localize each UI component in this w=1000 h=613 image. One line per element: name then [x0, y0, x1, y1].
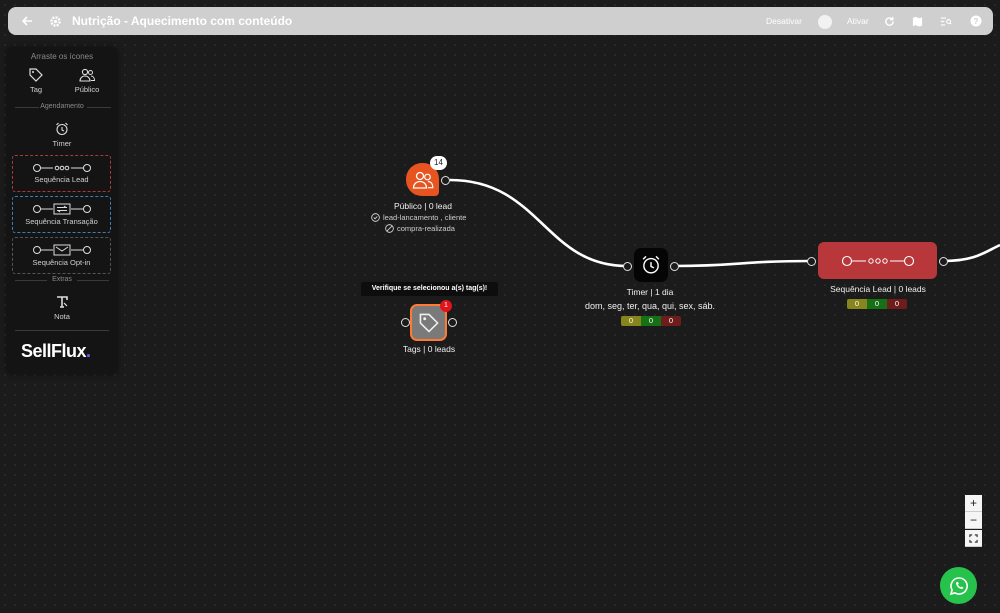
note-text-icon: [57, 296, 68, 308]
logo-text: SellFlux: [21, 341, 87, 361]
fit-screen-icon: [969, 533, 978, 543]
seq-lead-input-port[interactable]: [807, 257, 816, 266]
divider: [87, 107, 111, 108]
sidebar-item-tag[interactable]: Tag: [23, 68, 49, 94]
optin-sequence-icon: [32, 244, 91, 256]
back-arrow-icon[interactable]: [16, 10, 38, 32]
sidebar-item-label: Sequência Transação: [25, 217, 98, 226]
publico-output-port[interactable]: [441, 176, 450, 185]
sidebar-item-publico[interactable]: Público: [69, 68, 105, 94]
tags-node-label: Tags | 0 leads: [402, 344, 456, 354]
logo-dot: .: [86, 341, 91, 361]
sequence-icon: [841, 255, 914, 266]
sidebar-item-label: Nota: [54, 312, 70, 321]
sidebar-item-seq-transacao[interactable]: Sequência Transação: [12, 196, 111, 233]
activate-label[interactable]: Ativar: [847, 16, 869, 26]
zoom-out-button[interactable]: −: [965, 512, 982, 529]
refresh-icon[interactable]: [878, 10, 900, 32]
tags-output-port[interactable]: [448, 318, 457, 327]
sidebar-heading: Arraste os ícones: [30, 52, 94, 61]
tag-icon: [419, 313, 439, 333]
transaction-sequence-icon: [32, 203, 91, 215]
counter-pending: 0: [847, 299, 867, 309]
timer-input-port[interactable]: [623, 262, 632, 271]
users-icon: [79, 68, 95, 82]
alarm-clock-icon: [642, 255, 660, 274]
timer-days: dom, seg, ter, qua, qui, sex, sáb.: [584, 301, 716, 311]
publico-node-label: Público | 0 lead: [394, 201, 452, 211]
sidebar-item-label: Tag: [29, 85, 43, 94]
counter-success: 0: [867, 299, 887, 309]
sidebar-item-seq-optin[interactable]: Sequência Opt-in: [12, 237, 111, 274]
deactivate-label[interactable]: Desativar: [766, 16, 802, 26]
sidebar-item-label: Público: [74, 85, 100, 94]
tag-icon: [29, 68, 43, 82]
publico-badge: 14: [430, 156, 447, 170]
seq-lead-node[interactable]: [818, 242, 937, 279]
timer-node-label: Timer | 1 dia: [626, 287, 674, 297]
sequence-icon: [32, 164, 91, 172]
block-circle-icon: [385, 224, 394, 233]
seq-lead-node-label: Sequência Lead | 0 leads: [830, 284, 926, 294]
zoom-in-button[interactable]: +: [965, 495, 982, 512]
publico-condition-exclude: compra-realizada: [385, 224, 455, 233]
divider: [15, 330, 109, 331]
counter-failed: 0: [887, 299, 907, 309]
timer-counters: 0 0 0: [621, 316, 681, 326]
page-title: Nutrição - Aquecimento com conteúdo: [72, 14, 293, 28]
counter-failed: 0: [661, 316, 681, 326]
timer-output-port[interactable]: [670, 262, 679, 271]
activation-toggle[interactable]: [818, 15, 832, 29]
components-sidebar: Arraste os ícones Tag Público Agendament…: [7, 48, 117, 374]
sidebar-item-seq-lead[interactable]: Sequência Lead: [12, 155, 111, 192]
counter-pending: 0: [621, 316, 641, 326]
sidebar-item-label: Timer: [52, 139, 72, 148]
map-icon[interactable]: [906, 10, 928, 32]
whatsapp-icon: [949, 576, 968, 595]
divider: [77, 280, 109, 281]
publico-condition-text: lead-lancamento , cliente: [383, 213, 467, 222]
sidebar-item-timer[interactable]: Timer: [42, 122, 82, 148]
sidebar-item-label: Sequência Lead: [34, 175, 89, 184]
svg-text:?: ?: [974, 17, 979, 26]
gear-icon[interactable]: [44, 10, 66, 32]
sidebar-item-note[interactable]: Nota: [42, 295, 82, 321]
seq-lead-counters: 0 0 0: [847, 299, 907, 309]
list-search-icon[interactable]: [935, 10, 957, 32]
tags-input-port[interactable]: [401, 318, 410, 327]
check-circle-icon: [371, 213, 380, 222]
sidebar-item-label: Sequência Opt-in: [32, 258, 91, 267]
publico-condition-include: lead-lancamento , cliente: [371, 213, 466, 222]
counter-success: 0: [641, 316, 661, 326]
top-bar: Nutrição - Aquecimento com conteúdo Desa…: [8, 7, 993, 35]
seq-lead-output-port[interactable]: [939, 257, 948, 266]
sellflux-logo: SellFlux.: [21, 341, 91, 362]
alarm-clock-icon: [56, 122, 68, 136]
users-icon: [412, 171, 433, 189]
tags-error-badge: 1: [440, 300, 452, 312]
help-icon[interactable]: ?: [965, 10, 987, 32]
publico-condition-text: compra-realizada: [397, 224, 455, 233]
tags-tooltip: Verifique se selecionou a(s) tag(s)!: [361, 282, 498, 296]
timer-node[interactable]: [634, 248, 668, 282]
fit-view-button[interactable]: [965, 530, 982, 547]
whatsapp-button[interactable]: [940, 567, 977, 604]
